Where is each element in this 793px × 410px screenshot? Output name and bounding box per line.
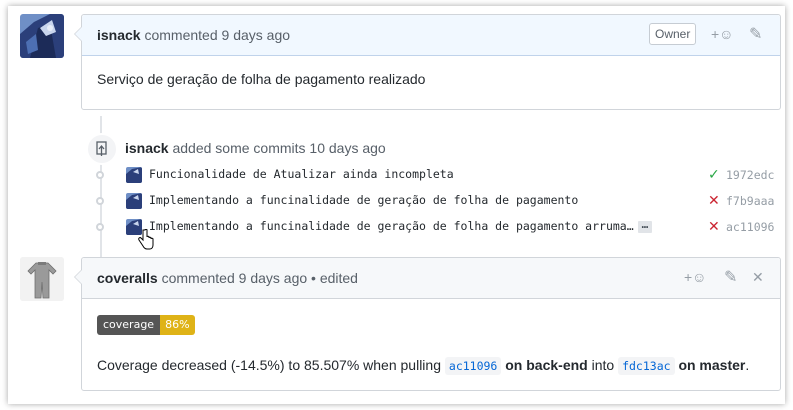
comment-timestamp[interactable]: commented 9 days ago (144, 27, 290, 43)
owner-badge: Owner (649, 23, 697, 45)
coverage-value: 86% (160, 315, 195, 335)
event-author[interactable]: isnack (125, 140, 169, 156)
comment-author[interactable]: isnack (97, 27, 141, 43)
edit-icon[interactable]: ✎ (749, 24, 762, 44)
commit-message-wrap: Implementando a funcinalidade de geração… (149, 219, 653, 233)
base-branch: on master (678, 357, 746, 373)
comment-box-isnack: isnack commented 9 days ago Owner +☺ ✎ S… (74, 14, 781, 110)
check-icon[interactable]: ✓ (708, 166, 720, 183)
event-action: added some commits 10 days ago (172, 140, 386, 156)
coverage-text: Coverage decreased (-14.5%) to 85.507% w… (97, 357, 441, 373)
isnack-avatar[interactable] (20, 14, 64, 58)
x-icon[interactable]: ✕ (708, 192, 720, 209)
add-reaction-icon[interactable]: +☺ (711, 26, 733, 42)
x-icon[interactable]: ✕ (708, 218, 720, 235)
base-sha-link[interactable]: fdc13ac (618, 357, 675, 375)
commit-message[interactable]: Funcionalidade de Atualizar ainda incomp… (149, 167, 454, 181)
period-text: . (745, 357, 750, 373)
comment-header: isnack commented 9 days ago Owner +☺ ✎ (82, 15, 780, 56)
commit-sha[interactable]: ac11096 (726, 220, 774, 234)
commit-row: Implementando a funcinalidade de geração… (90, 192, 775, 212)
timeline-panel: isnack commented 9 days ago Owner +☺ ✎ S… (8, 6, 785, 404)
commit-author-avatar[interactable] (126, 193, 142, 209)
comment-body: coverage 86% Coverage decreased (-14.5%)… (82, 299, 780, 388)
commit-message[interactable]: Implementando a funcinalidade de geração… (149, 219, 634, 233)
commit-sha[interactable]: 1972edc (726, 168, 774, 182)
comment-meta: coveralls commented 9 days ago • edited (97, 270, 358, 286)
coverage-summary: Coverage decreased (-14.5%) to 85.507% w… (97, 357, 765, 375)
expand-message-button[interactable]: … (637, 219, 653, 233)
head-sha-link[interactable]: ac11096 (444, 357, 502, 375)
commit-event-badge (86, 133, 118, 165)
hand-cursor-icon (138, 229, 154, 250)
close-icon[interactable]: ✕ (752, 269, 764, 286)
coverage-badge[interactable]: coverage 86% (97, 315, 195, 335)
head-branch: on back-end (505, 357, 588, 373)
edit-icon[interactable]: ✎ (724, 267, 737, 287)
commit-message[interactable]: Implementando a funcinalidade de geração… (149, 193, 578, 207)
comment-body: Serviço de geração de folha de pagamento… (82, 56, 780, 102)
coveralls-avatar[interactable] (20, 257, 64, 301)
commit-dot-icon (96, 171, 104, 179)
commit-row: Funcionalidade de Atualizar ainda incomp… (90, 166, 775, 186)
commit-event-header: isnack added some commits 10 days ago (125, 140, 386, 156)
commit-sha[interactable]: f7b9aaa (726, 194, 774, 208)
commit-author-avatar[interactable] (126, 167, 142, 183)
commit-row: Implementando a funcinalidade de geração… (90, 218, 775, 238)
repo-push-icon (96, 141, 107, 156)
comment-timestamp[interactable]: commented 9 days ago • edited (162, 270, 358, 286)
comment-text: Serviço de geração de folha de pagamento… (97, 71, 426, 87)
comment-author[interactable]: coveralls (97, 270, 158, 286)
add-reaction-icon[interactable]: +☺ (684, 269, 706, 285)
commit-dot-icon (96, 223, 104, 231)
coverage-label: coverage (97, 315, 161, 335)
comment-box-coveralls: coveralls commented 9 days ago • edited … (74, 257, 781, 391)
commit-dot-icon (96, 197, 104, 205)
comment-header: coveralls commented 9 days ago • edited … (82, 258, 780, 299)
comment-meta: isnack commented 9 days ago (97, 27, 290, 43)
into-text: into (591, 357, 615, 373)
